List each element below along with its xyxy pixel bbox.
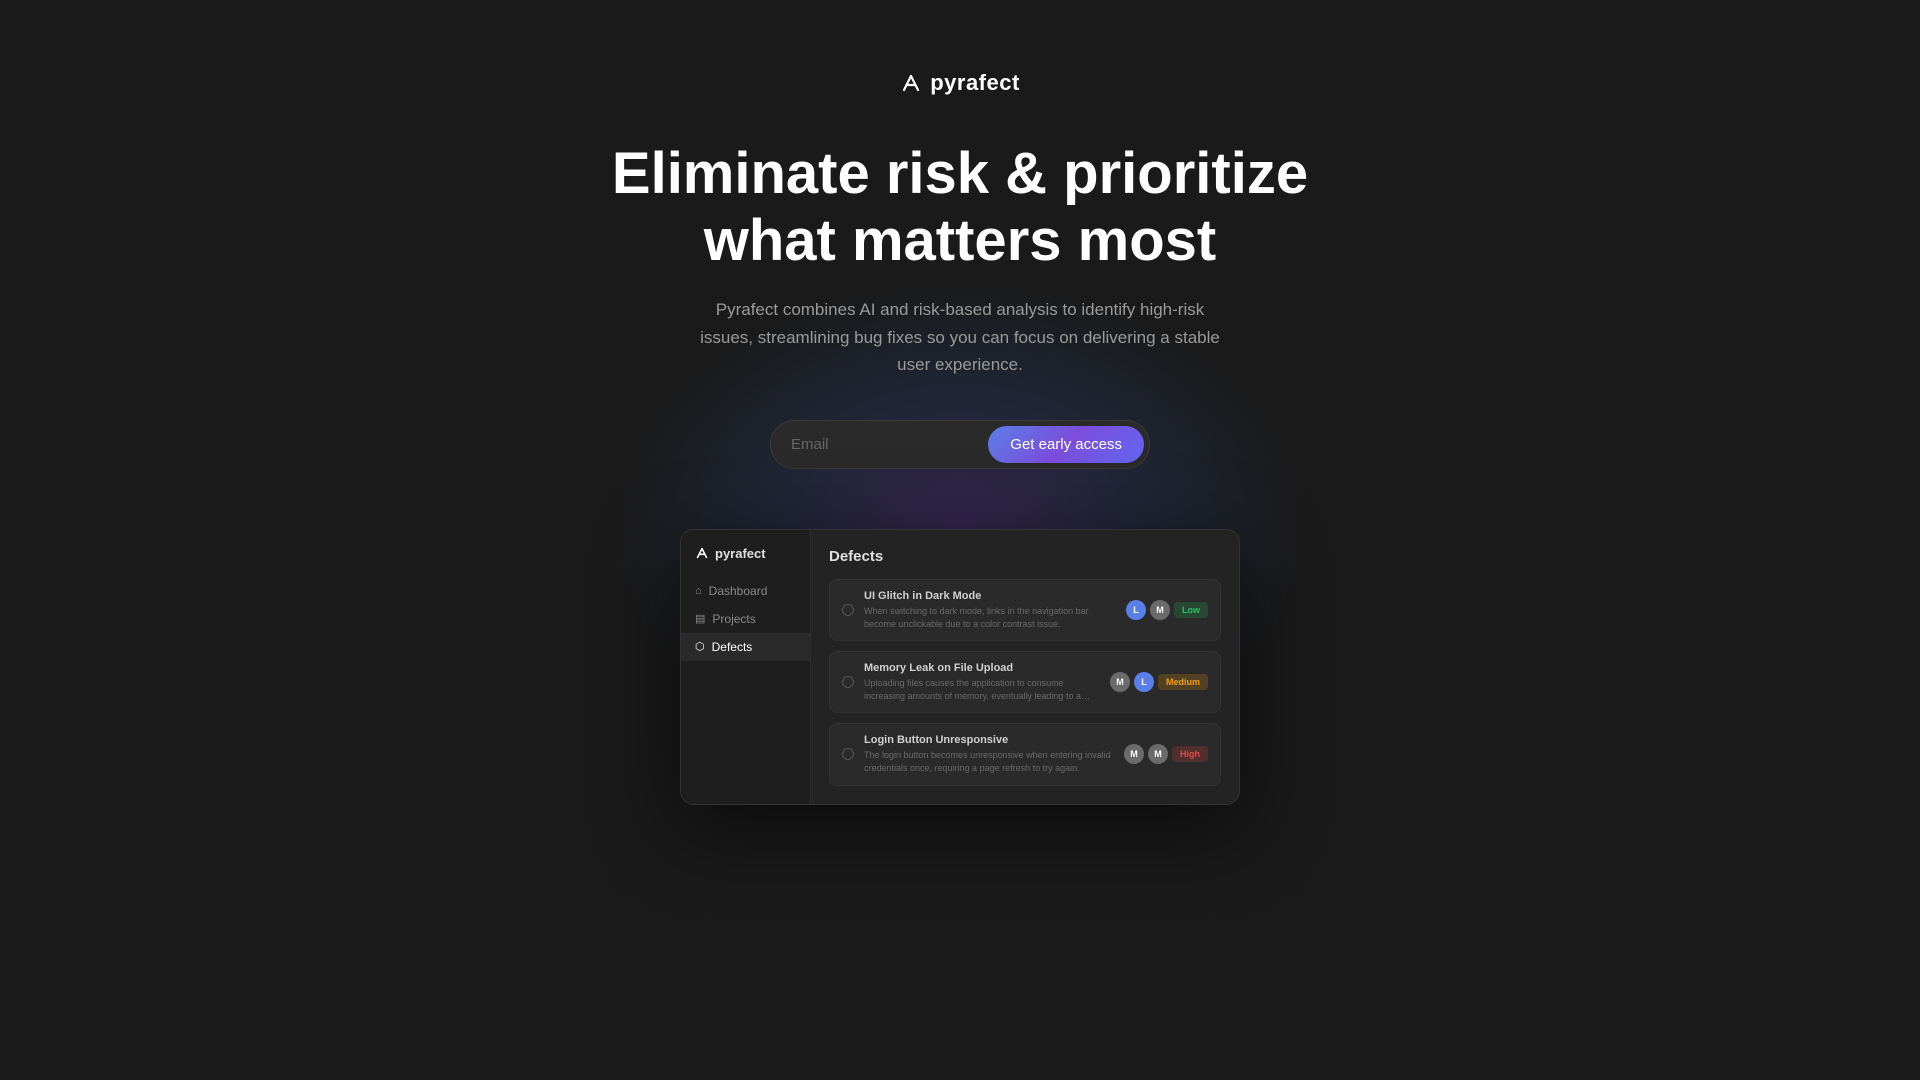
defect-card[interactable]: UI Glitch in Dark Mode When switching to… [829,579,1221,641]
dashboard-icon: ⌂ [695,585,702,597]
hero-subtext: Pyrafect combines AI and risk-based anal… [700,296,1220,378]
preview-main: Defects UI Glitch in Dark Mode When swit… [811,530,1239,804]
app-preview: pyrafect ⌂ Dashboard ▤ Projects ⬡ Defect… [680,529,1240,805]
defect-name: UI Glitch in Dark Mode [864,590,1116,602]
defect-radio[interactable] [842,676,854,688]
sidebar-item-label: Defects [712,640,753,654]
email-form: Get early access [770,420,1150,469]
defects-title: Defects [829,548,1221,565]
preview-sidebar: pyrafect ⌂ Dashboard ▤ Projects ⬡ Defect… [681,530,811,804]
defects-icon: ⬡ [695,640,705,653]
severity-badge: High [1172,746,1208,762]
avatar-badge: L [1134,672,1154,692]
defect-card[interactable]: Login Button Unresponsive The login butt… [829,723,1221,785]
defect-name: Memory Leak on File Upload [864,662,1100,674]
defect-desc: The login button becomes unresponsive wh… [864,749,1114,774]
sidebar-item-label: Dashboard [709,584,768,598]
severity-badge: Medium [1158,674,1208,690]
sidebar-logo-icon [695,546,709,560]
avatar-badge: M [1148,744,1168,764]
sidebar-item-dashboard[interactable]: ⌂ Dashboard [681,577,810,605]
avatar-badge: M [1150,600,1170,620]
avatar-badge: M [1110,672,1130,692]
defect-desc: When switching to dark mode, links in th… [864,605,1116,630]
logo-container: pyrafect [900,70,1020,96]
sidebar-logo: pyrafect [681,546,810,577]
get-early-access-button[interactable]: Get early access [988,426,1144,463]
avatar-badge: L [1126,600,1146,620]
defect-badges: LM Low [1126,600,1208,620]
hero-heading: Eliminate risk & prioritize what matters… [612,141,1308,274]
sidebar-logo-text: pyrafect [715,546,766,561]
defect-badges: ML Medium [1110,672,1208,692]
sidebar-nav: ⌂ Dashboard ▤ Projects ⬡ Defects [681,577,810,661]
logo-text: pyrafect [930,70,1020,96]
defect-desc: Uploading files causes the application t… [864,677,1100,702]
defect-list: UI Glitch in Dark Mode When switching to… [829,579,1221,786]
logo-icon [900,72,922,94]
defect-info: Login Button Unresponsive The login butt… [864,734,1114,774]
defect-radio[interactable] [842,604,854,616]
defect-card[interactable]: Memory Leak on File Upload Uploading fil… [829,651,1221,713]
sidebar-item-defects[interactable]: ⬡ Defects [681,633,810,661]
defect-radio[interactable] [842,748,854,760]
defect-info: UI Glitch in Dark Mode When switching to… [864,590,1116,630]
severity-badge: Low [1174,602,1208,618]
page-content: pyrafect Eliminate risk & prioritize wha… [0,0,1920,805]
defect-badges: MM High [1124,744,1208,764]
projects-icon: ▤ [695,612,705,625]
sidebar-item-projects[interactable]: ▤ Projects [681,605,810,633]
defect-info: Memory Leak on File Upload Uploading fil… [864,662,1100,702]
email-input[interactable] [791,436,980,453]
avatar-badge: M [1124,744,1144,764]
defect-name: Login Button Unresponsive [864,734,1114,746]
sidebar-item-label: Projects [712,612,755,626]
